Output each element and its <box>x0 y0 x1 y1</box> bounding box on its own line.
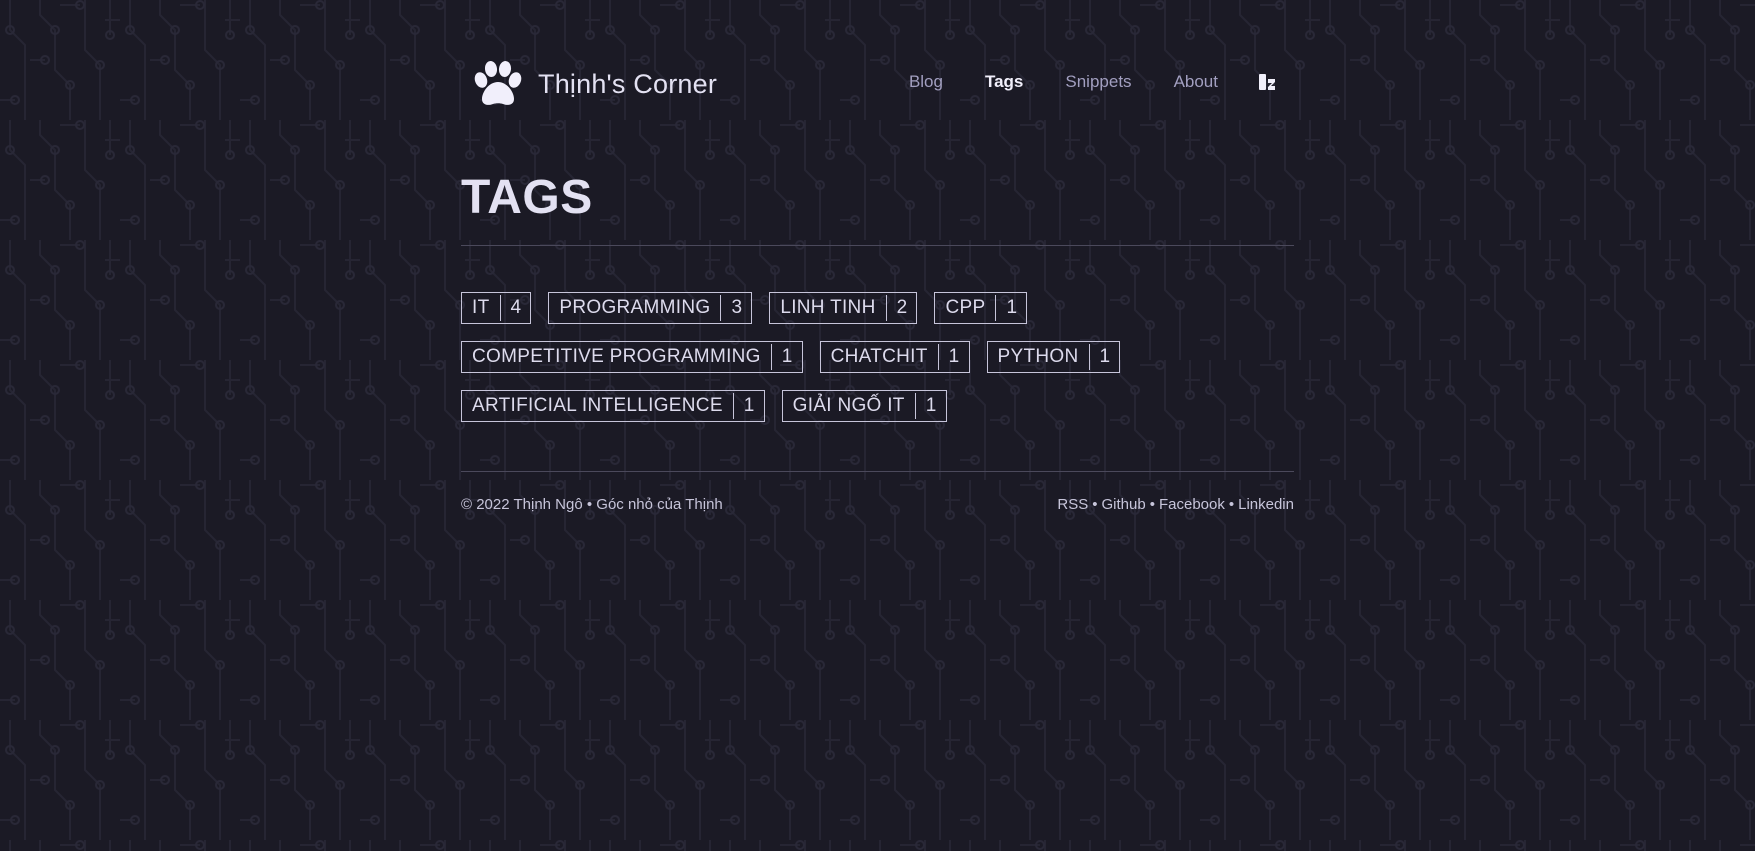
tag-row: ARTIFICIAL INTELLIGENCE 1 GIẢI NGỐ IT 1 <box>461 390 1294 422</box>
footer-link-rss[interactable]: RSS <box>1057 496 1088 513</box>
footer-divider <box>461 471 1294 472</box>
tag-count: 1 <box>1099 346 1111 367</box>
tag-count: 2 <box>896 297 908 318</box>
title-divider <box>461 245 1294 246</box>
site-title: Thịnh's Corner <box>538 68 718 99</box>
tag-label: ARTIFICIAL INTELLIGENCE <box>472 395 723 416</box>
tag-count: 1 <box>743 395 755 416</box>
tag-count: 1 <box>781 346 793 367</box>
tag-count: 1 <box>948 346 960 367</box>
tag-label: CHATCHIT <box>830 346 928 367</box>
tag-label: COMPETITIVE PROGRAMMING <box>472 346 761 367</box>
footer-copyright: © 2022 Thịnh Ngô • Góc nhỏ của Thịnh <box>461 496 723 513</box>
tag-count: 4 <box>510 297 522 318</box>
footer-dot: • <box>1149 496 1155 513</box>
tag-label: LINH TINH <box>780 297 876 318</box>
tag-row: IT 4 PROGRAMMING 3 LINH TINH 2 CPP 1 <box>461 292 1294 324</box>
site-brand-link[interactable]: Thịnh's Corner <box>472 60 717 108</box>
tag-label: GIẢI NGỐ IT <box>792 395 905 416</box>
footer-link-facebook[interactable]: Facebook <box>1159 496 1225 513</box>
tag-cpp[interactable]: CPP 1 <box>934 292 1028 324</box>
tag-giai-ngo-it[interactable]: GIẢI NGỐ IT 1 <box>781 390 947 422</box>
tag-artificial-intelligence[interactable]: ARTIFICIAL INTELLIGENCE 1 <box>461 390 765 422</box>
tag-list: IT 4 PROGRAMMING 3 LINH TINH 2 CPP 1 COM… <box>461 292 1294 439</box>
tag-it[interactable]: IT 4 <box>461 292 532 324</box>
footer-link-github[interactable]: Github <box>1102 496 1146 513</box>
tag-label: PYTHON <box>997 346 1079 367</box>
tag-label: CPP <box>945 297 986 318</box>
tag-row: COMPETITIVE PROGRAMMING 1 CHATCHIT 1 PYT… <box>461 341 1294 373</box>
footer-dot: • <box>1228 496 1235 513</box>
theme-toggle-icon[interactable] <box>1258 73 1276 91</box>
tag-count: 1 <box>1006 297 1018 318</box>
tag-linh-tinh[interactable]: LINH TINH 2 <box>769 292 918 324</box>
footer-link-linkedin[interactable]: Linkedin <box>1238 496 1294 513</box>
nav-item-snippets[interactable]: Snippets <box>1065 72 1131 92</box>
nav-item-tags[interactable]: Tags <box>985 72 1023 92</box>
footer-links: RSS • Github • Facebook • Linkedin <box>1057 496 1294 513</box>
page-title: TAGS <box>461 171 593 224</box>
site-header: Thịnh's Corner Blog Tags Snippets About <box>461 0 1294 170</box>
tag-label: PROGRAMMING <box>559 297 711 318</box>
tag-count: 3 <box>731 297 743 318</box>
tag-python[interactable]: PYTHON 1 <box>986 341 1121 373</box>
paw-icon <box>474 61 522 105</box>
nav-item-about[interactable]: About <box>1174 72 1218 92</box>
site-footer: © 2022 Thịnh Ngô • Góc nhỏ của Thịnh RSS… <box>461 496 1294 513</box>
tag-chatchit[interactable]: CHATCHIT 1 <box>819 341 970 373</box>
main-nav: Blog Tags Snippets About <box>867 72 1276 92</box>
tag-label: IT <box>472 297 490 318</box>
tag-competitive-programming[interactable]: COMPETITIVE PROGRAMMING 1 <box>461 341 803 373</box>
footer-dot: • <box>1092 496 1098 513</box>
page-container: Thịnh's Corner Blog Tags Snippets About … <box>461 0 1294 513</box>
tag-programming[interactable]: PROGRAMMING 3 <box>548 292 753 324</box>
nav-item-blog[interactable]: Blog <box>909 72 943 92</box>
tag-count: 1 <box>925 395 937 416</box>
